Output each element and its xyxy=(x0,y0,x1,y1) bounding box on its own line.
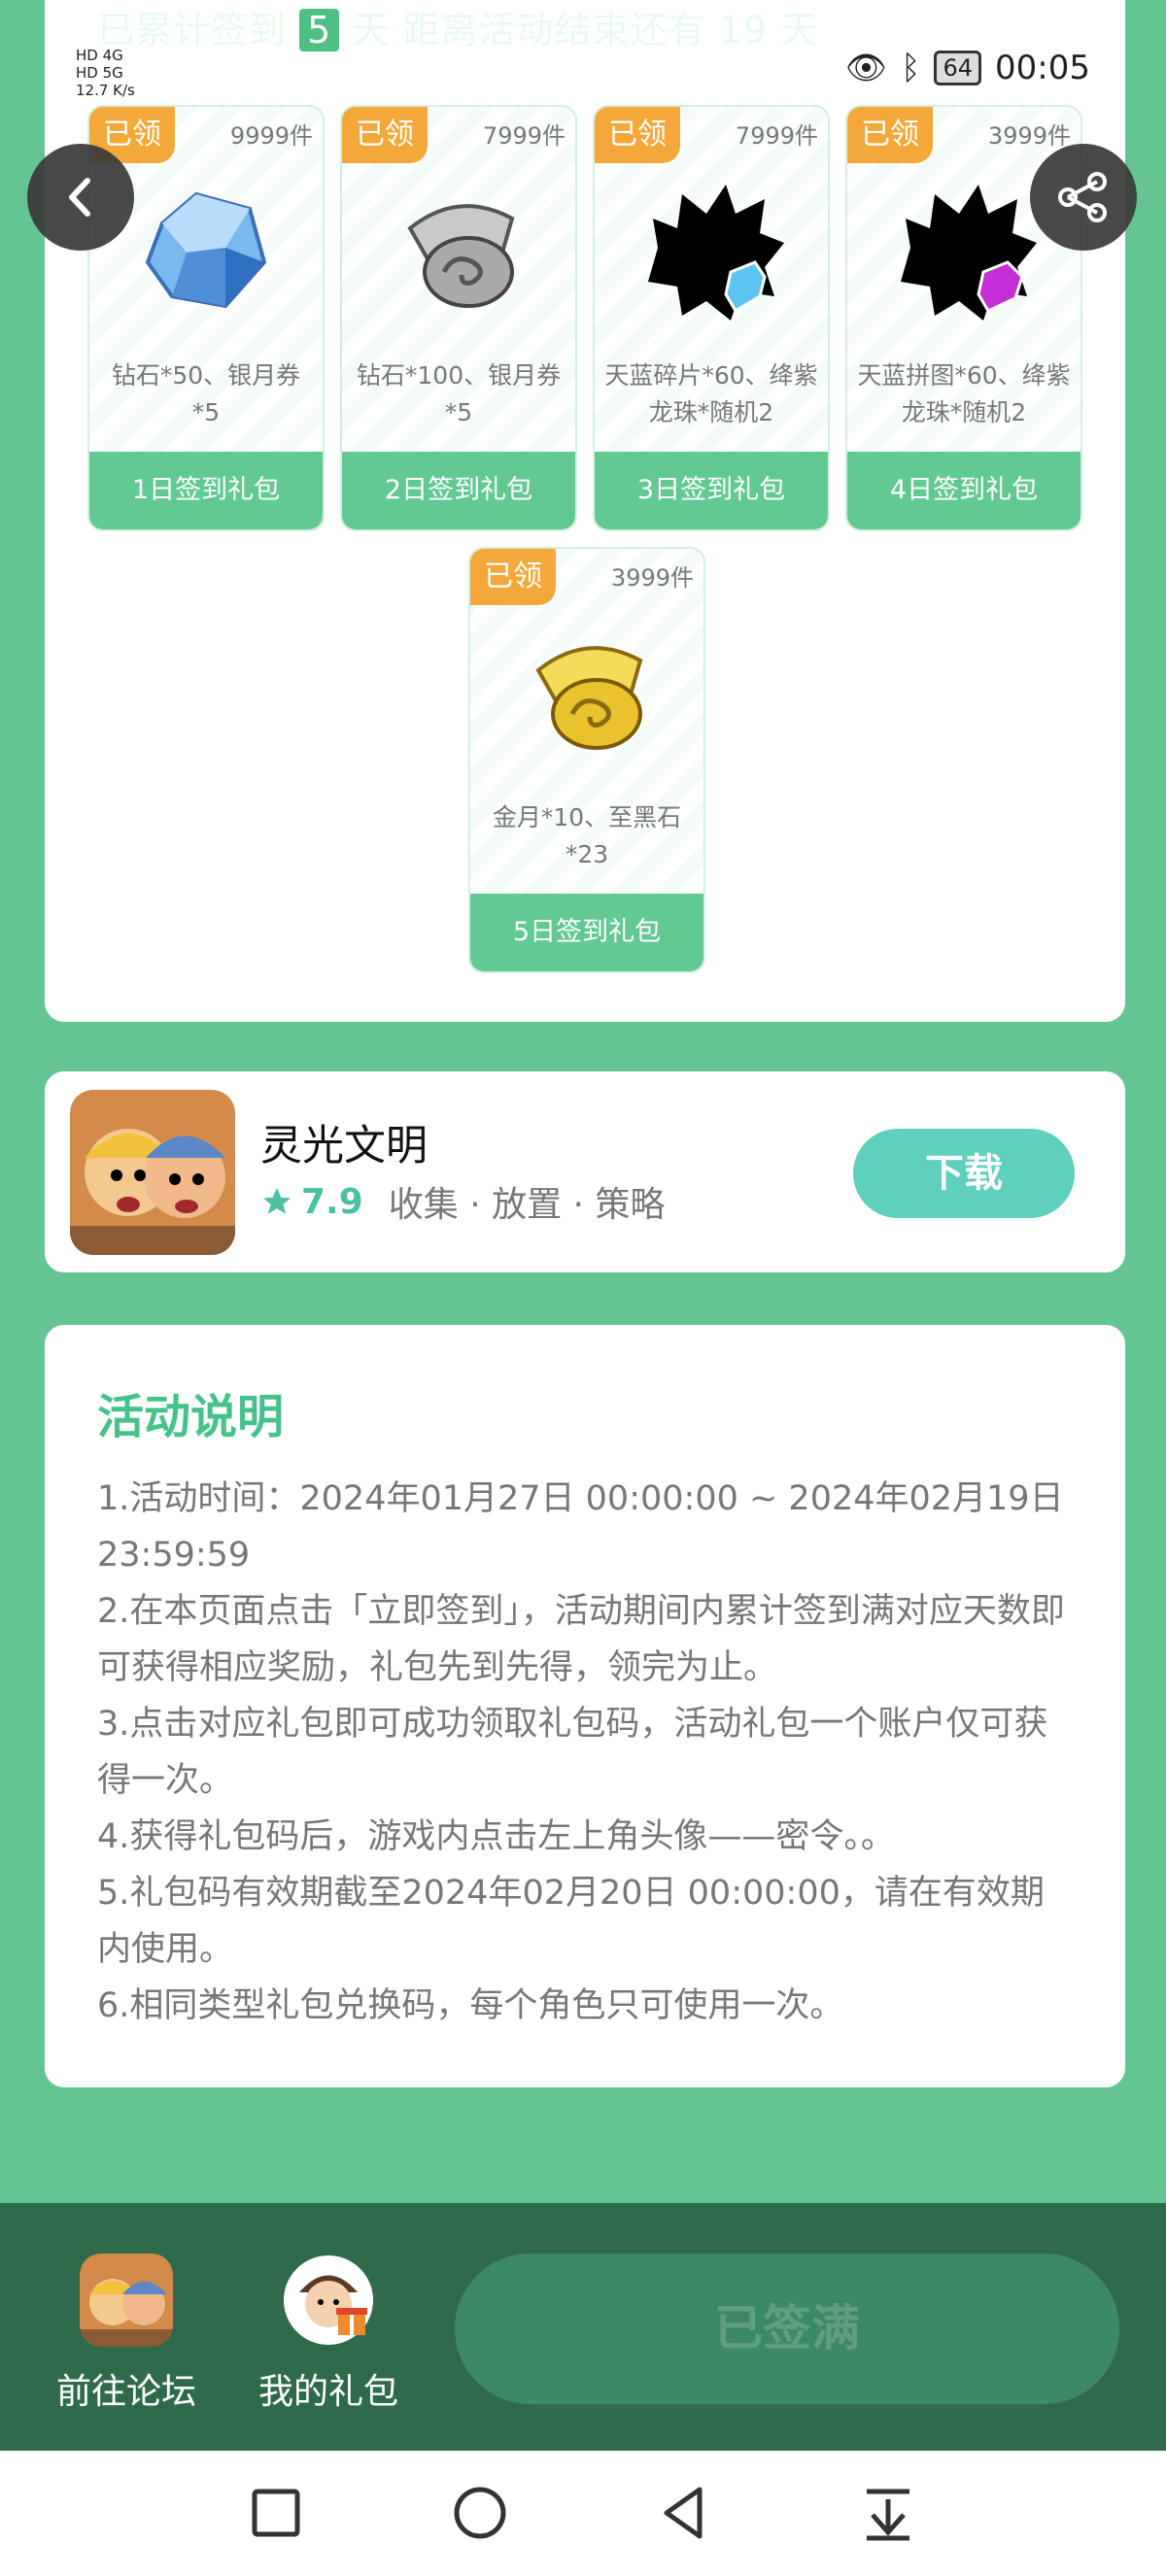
gold-scroll-icon xyxy=(535,646,643,750)
claimed-tag: 已领 xyxy=(342,107,428,163)
gift-title: 2日签到礼包 xyxy=(342,452,575,529)
network-speed: 12.7 K/s xyxy=(76,82,135,99)
stock-count: 7999件 xyxy=(735,122,818,150)
network-line-2: HD 5G xyxy=(76,64,123,82)
stock-count: 3999件 xyxy=(610,564,694,592)
gift-description: 天蓝碎片*60、绛紫龙珠*随机2 xyxy=(604,361,818,426)
share-icon xyxy=(1058,172,1107,222)
gift-panel: 已领 9999件 钻石*50、银月券*5 1日签到礼包 已领 7999件 钻石*… xyxy=(45,0,1125,1022)
purple-puzzle-avatar-icon xyxy=(901,185,1037,321)
stock-count: 9999件 xyxy=(229,122,313,150)
gift-card-5[interactable]: 已领 3999件 金月*10、至黑石*23 5日签到礼包 xyxy=(468,547,705,973)
gift-description: 钻石*50、银月券*5 xyxy=(111,361,301,426)
share-button[interactable] xyxy=(1030,144,1137,251)
claimed-tag: 已领 xyxy=(847,107,933,163)
network-indicators: HD 4G HD 5G 12.7 K/s xyxy=(76,47,135,99)
blue-puzzle-avatar-icon xyxy=(648,185,784,321)
gift-title: 5日签到礼包 xyxy=(470,894,703,971)
rule-line: 6.相同类型礼包兑换码，每个角色只可使用一次。 xyxy=(97,1986,844,2025)
back-nav-icon[interactable] xyxy=(653,2482,715,2544)
rules-title: 活动说明 xyxy=(97,1390,285,1444)
bottom-action-bar: 前往论坛 我的礼包 已签满 xyxy=(0,2203,1166,2451)
app-name: 灵光文明 xyxy=(260,1122,428,1170)
rule-line: 3.点击对应礼包即可成功领取礼包码，活动礼包一个账户仅可获得一次。 xyxy=(97,1705,1048,1800)
status-bar: HD 4G HD 5G 12.7 K/s 👁 ᛒ 64 00:05 xyxy=(0,39,1166,101)
back-button[interactable] xyxy=(27,144,134,251)
network-line-1: HD 4G xyxy=(76,47,123,64)
my-gifts-button[interactable]: 我的礼包 xyxy=(246,2254,411,2414)
claimed-tag: 已领 xyxy=(595,107,680,163)
star-icon xyxy=(262,1187,292,1214)
app-tags: 收集 · 放置 · 策略 xyxy=(388,1185,666,1225)
gift-description: 金月*10、至黑石*23 xyxy=(492,803,682,868)
activity-rules-card: 活动说明 1.活动时间：2024年01月27日 00:00:00 ~ 2024年… xyxy=(45,1325,1125,2087)
chevron-left-icon xyxy=(69,178,90,217)
notification-pulldown-icon[interactable] xyxy=(857,2482,919,2544)
gift-card-3[interactable]: 已领 7999件 天蓝碎片*60、绛紫龙珠*随机2 3日签到礼包 xyxy=(593,105,830,531)
forum-label: 前往论坛 xyxy=(55,2372,196,2412)
rules-body: 1.活动时间：2024年01月27日 00:00:00 ~ 2024年02月19… xyxy=(97,1471,1077,2034)
download-button[interactable]: 下载 xyxy=(853,1129,1075,1218)
rule-line: 4.获得礼包码后，游戏内点击左上角头像——密令。。 xyxy=(97,1817,895,1856)
signed-full-button[interactable]: 已签满 xyxy=(455,2254,1119,2404)
rule-line: 2.在本页面点击「立即签到」，活动期间内累计签到满对应天数即可获得相应奖励，礼包… xyxy=(97,1592,1065,1687)
diamond-icon xyxy=(145,191,267,309)
bluetooth-icon: ᛒ xyxy=(901,49,921,87)
gift-title: 1日签到礼包 xyxy=(89,452,323,529)
gift-description: 天蓝拼图*60、绛紫龙珠*随机2 xyxy=(857,361,1071,426)
eye-icon: 👁 xyxy=(844,49,888,87)
my-gifts-label: 我的礼包 xyxy=(257,2372,398,2412)
gift-title: 4日签到礼包 xyxy=(847,452,1080,529)
rule-line: 1.活动时间：2024年01月27日 00:00:00 ~ 2024年02月19… xyxy=(97,1479,1064,1575)
rule-line: 5.礼包码有效期截至2024年02月20日 00:00:00，请在有效期内使用。 xyxy=(97,1874,1045,1969)
gift-avatar-icon xyxy=(284,2255,373,2345)
rating-score: 7.9 xyxy=(301,1181,363,1222)
clock: 00:05 xyxy=(995,49,1090,87)
app-rating: 7.9 收集 · 放置 · 策略 xyxy=(260,1176,665,1227)
app-icon xyxy=(70,1090,235,1255)
gift-card-2[interactable]: 已领 7999件 钻石*100、银月券*5 2日签到礼包 xyxy=(340,105,577,531)
claimed-tag: 已领 xyxy=(470,549,556,605)
stock-count: 7999件 xyxy=(482,122,566,150)
silver-scroll-icon xyxy=(407,204,515,308)
gift-title: 3日签到礼包 xyxy=(595,452,828,529)
recent-apps-icon[interactable] xyxy=(245,2482,307,2544)
app-card[interactable]: 灵光文明 7.9 收集 · 放置 · 策略 下载 xyxy=(45,1071,1125,1272)
forum-button[interactable]: 前往论坛 xyxy=(44,2254,209,2414)
battery-icon: 64 xyxy=(934,51,982,85)
gift-description: 钻石*100、银月券*5 xyxy=(356,361,562,426)
forum-icon xyxy=(80,2254,173,2347)
stock-count: 3999件 xyxy=(987,122,1071,150)
home-icon[interactable] xyxy=(449,2482,511,2544)
system-nav-bar xyxy=(0,2451,1166,2576)
